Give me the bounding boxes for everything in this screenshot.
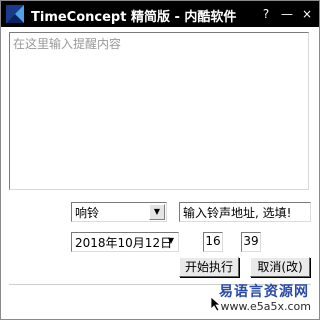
minimize-button[interactable]: —	[279, 6, 295, 22]
date-value: 2018年10月12日	[75, 236, 173, 250]
cancel-button[interactable]: 取消(改)	[250, 257, 310, 277]
close-button[interactable]: ×	[299, 6, 315, 22]
title-bar[interactable]: TimeConcept 精简版 - 内酷软件 ? — ×	[1, 1, 319, 27]
ring-url-input[interactable]: 输入铃声地址, 选填!	[179, 202, 311, 222]
reminder-content-input[interactable]: 在这里输入提醒内容	[9, 32, 309, 190]
start-button[interactable]: 开始执行	[179, 257, 239, 277]
window-title: TimeConcept 精简版 - 内酷软件	[31, 10, 237, 25]
date-picker[interactable]: 2018年10月12日 ▼	[71, 232, 179, 252]
minute-input[interactable]: 39	[241, 232, 261, 252]
watermark: 易语言资源网 www.e5a5x.com	[193, 281, 313, 315]
ring-mode-value: 响铃	[75, 206, 100, 220]
hour-input[interactable]: 16	[203, 232, 223, 252]
app-window: TimeConcept 精简版 - 内酷软件 ? — × 在这里输入提醒内容 响…	[0, 0, 320, 320]
help-button[interactable]: ?	[258, 6, 274, 22]
chevron-down-icon[interactable]: ▼	[149, 204, 165, 220]
watermark-url: www.e5a5x.com	[220, 300, 311, 313]
watermark-cn: 易语言资源网	[219, 284, 309, 300]
app-logo-icon	[6, 5, 24, 23]
reminder-placeholder: 在这里输入提醒内容	[13, 37, 122, 51]
ring-mode-select[interactable]: 响铃 ▼	[71, 202, 167, 222]
chevron-down-icon[interactable]: ▼	[168, 236, 174, 245]
cursor-arrow-icon	[211, 297, 222, 311]
